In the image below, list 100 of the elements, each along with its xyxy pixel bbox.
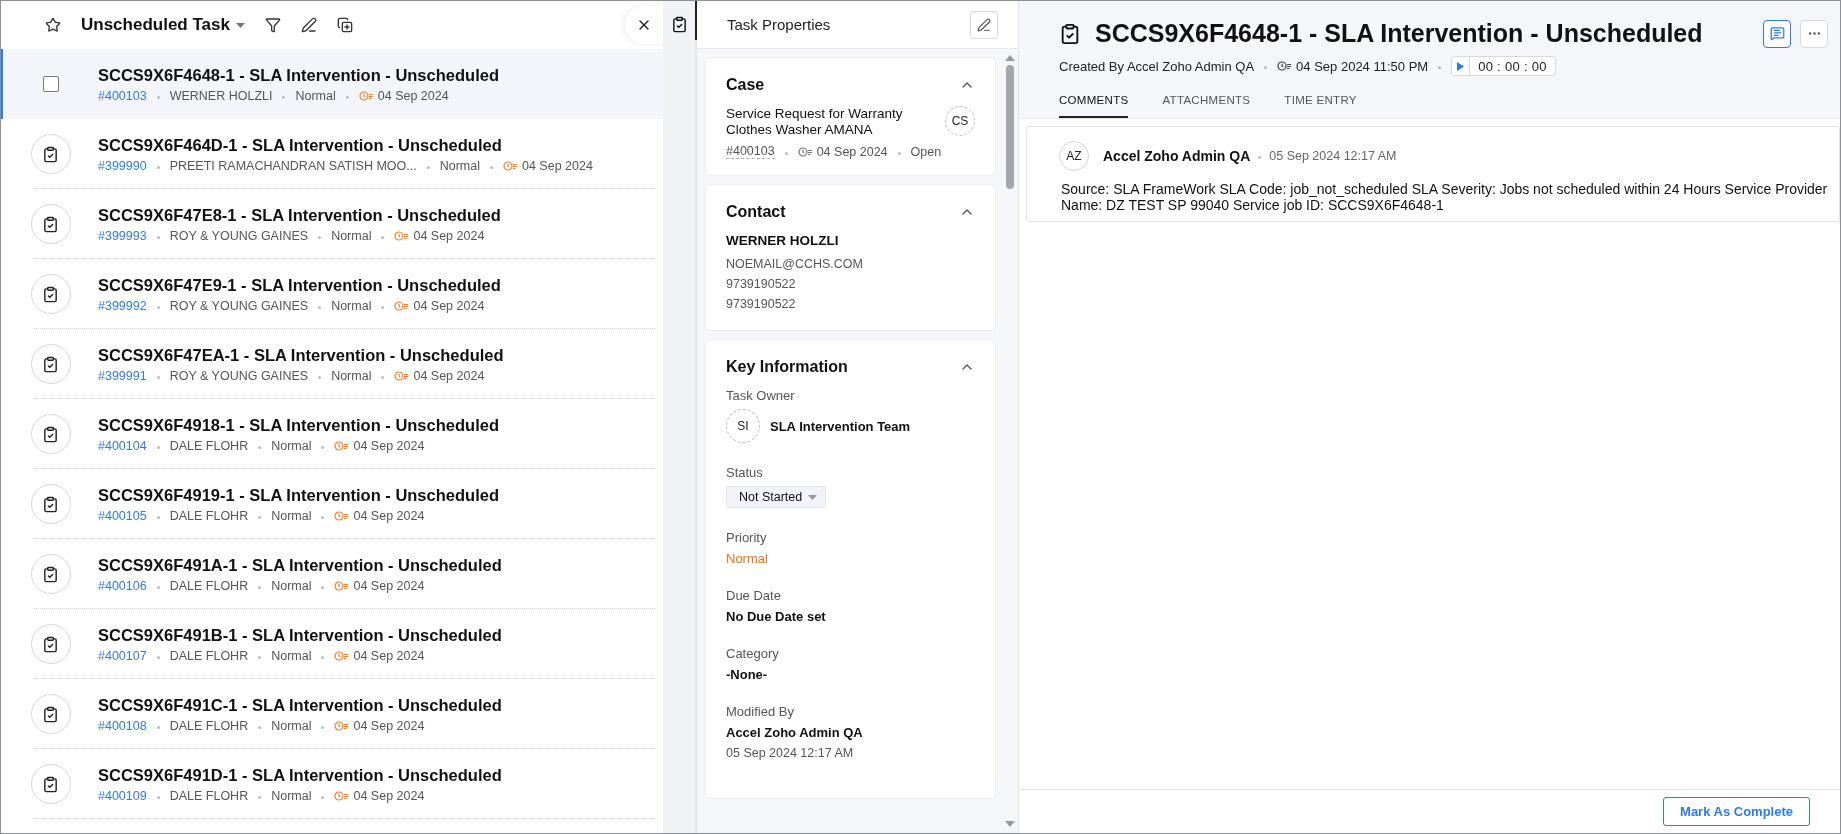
contact-detail: 9739190522 <box>726 296 797 313</box>
caret-icon <box>808 494 818 500</box>
due-date: 04 Sep 2024 <box>522 158 593 173</box>
scroll-up-icon[interactable] <box>1005 55 1015 61</box>
due-date-icon <box>334 650 350 661</box>
due-date: 04 Sep 2024 <box>413 298 485 313</box>
contact-name: PREETI RAMACHANDRAN SATISH MOO... <box>169 158 417 173</box>
case-link[interactable]: #399991 <box>98 368 147 383</box>
due-date: 04 Sep 2024 <box>377 88 449 103</box>
task-title: SCCS9X6F47EA-1 - SLA Intervention - Unscheduled <box>98 345 504 365</box>
task-title: SCCS9X6F4919-1 - SLA Intervention - Unscheduled <box>98 485 499 505</box>
clipboard-check-icon <box>42 775 59 793</box>
priority-text: Normal <box>271 788 312 803</box>
due-date: 04 Sep 2024 <box>353 718 425 733</box>
case-number[interactable]: #400103 <box>726 144 775 159</box>
case-link[interactable]: #400109 <box>98 788 147 803</box>
status-dropdown[interactable]: Not Started <box>726 486 827 508</box>
priority-text: Normal <box>271 508 312 523</box>
case-link[interactable]: #400104 <box>98 438 147 453</box>
tab[interactable]: ATTACHMENTS <box>1162 94 1251 118</box>
due-date: 04 Sep 2024 <box>353 788 425 803</box>
comment-button[interactable] <box>1763 19 1791 48</box>
due-date-icon <box>394 230 410 241</box>
field-value: Accel Zoho Admin QA <box>726 725 864 740</box>
priority-text: Normal <box>271 648 312 663</box>
case-link[interactable]: #399992 <box>98 298 147 313</box>
clipboard-check-icon <box>42 285 59 303</box>
play-button[interactable] <box>1452 57 1471 75</box>
mark-complete-button[interactable]: Mark As Complete <box>1663 797 1810 826</box>
author-avatar: AZ <box>1059 141 1089 171</box>
due-date-icon <box>797 146 813 157</box>
contact-name: DALE FLOHR <box>169 438 249 453</box>
task-row[interactable]: SCCS9X6F4648-1 - SLA Intervention - Unscheduled #400103 WERNER HOLZLI Normal 04 Sep 2024 <box>1 49 663 119</box>
case-link[interactable]: #400105 <box>98 508 147 523</box>
priority-text: Normal <box>295 88 336 103</box>
case-subject[interactable]: Service Request for Warranty Clothes Washer AMANA <box>726 106 926 138</box>
clipboard-check-icon <box>42 495 59 513</box>
tab[interactable]: COMMENTS <box>1059 94 1129 118</box>
task-heading: SCCS9X6F4648-1 - SLA Intervention - Unscheduled <box>1095 19 1703 48</box>
filter-icon[interactable] <box>264 17 281 33</box>
panel-title: Task Properties <box>727 16 831 33</box>
contact-name: ROY & YOUNG GAINES <box>169 368 309 383</box>
contact-name: ROY & YOUNG GAINES <box>169 228 309 243</box>
case-status: Open <box>910 144 942 159</box>
contact-name: DALE FLOHR <box>169 508 249 523</box>
scroll-down-icon[interactable] <box>1005 821 1015 827</box>
due-date: 04 Sep 2024 <box>353 648 425 663</box>
contact-name: WERNER HOLZLI <box>169 88 273 103</box>
add-copy-icon[interactable] <box>336 17 353 33</box>
case-link[interactable]: #400103 <box>98 88 147 103</box>
clipboard-check-icon[interactable] <box>670 16 688 33</box>
priority-text: Normal <box>271 578 312 593</box>
clipboard-check-icon <box>42 705 59 723</box>
field-label: Category <box>726 646 780 661</box>
clipboard-check-icon <box>42 215 59 233</box>
case-link[interactable]: #399990 <box>98 158 147 173</box>
edit-button[interactable] <box>970 10 998 39</box>
created-time: 04 Sep 2024 11:50 PM <box>1296 58 1429 74</box>
section-title: Case <box>726 76 765 94</box>
edit-icon[interactable] <box>300 17 317 33</box>
clipboard-check-icon <box>42 355 59 373</box>
comment-icon <box>1769 26 1785 41</box>
due-date: 04 Sep 2024 <box>353 578 425 593</box>
case-date: 04 Sep 2024 <box>816 144 888 159</box>
comment-time: 05 Sep 2024 12:17 AM <box>1269 149 1397 163</box>
due-date-icon <box>334 720 350 731</box>
contact-name: ROY & YOUNG GAINES <box>169 298 309 313</box>
clipboard-check-icon <box>42 145 59 163</box>
priority-text: Normal <box>331 298 372 313</box>
view-selector[interactable]: Unscheduled Task <box>81 15 245 35</box>
star-icon[interactable] <box>45 17 61 33</box>
close-button[interactable] <box>625 6 663 44</box>
field-label: Status <box>726 465 764 480</box>
priority-text: Normal <box>439 158 480 173</box>
contact-name: DALE FLOHR <box>169 578 249 593</box>
contact-name: DALE FLOHR <box>169 718 249 733</box>
case-link[interactable]: #400108 <box>98 718 147 733</box>
due-date-icon <box>334 790 350 801</box>
case-avatar: CS <box>945 106 975 136</box>
edit-icon <box>977 17 991 32</box>
modified-time: 05 Sep 2024 12:17 AM <box>726 746 855 760</box>
case-link[interactable]: #399993 <box>98 228 147 243</box>
task-title: SCCS9X6F47E8-1 - SLA Intervention - Unscheduled <box>98 205 501 225</box>
field-label: Due Date <box>726 588 782 603</box>
priority-text: Normal <box>271 718 312 733</box>
case-link[interactable]: #400106 <box>98 578 147 593</box>
scrollbar-thumb[interactable] <box>1006 65 1014 189</box>
task-title: SCCS9X6F4918-1 - SLA Intervention - Unscheduled <box>98 415 499 435</box>
task-title: SCCS9X6F491C-1 - SLA Intervention - Unscheduled <box>98 695 502 715</box>
row-checkbox[interactable] <box>42 76 59 92</box>
task-title: SCCS9X6F491D-1 - SLA Intervention - Unscheduled <box>98 765 502 785</box>
tab[interactable]: TIME ENTRY <box>1284 94 1357 118</box>
case-link[interactable]: #400107 <box>98 648 147 663</box>
task-title: SCCS9X6F464D-1 - SLA Intervention - Unscheduled <box>98 135 503 155</box>
section-title: Contact <box>726 203 786 221</box>
clock-icon <box>1277 61 1293 71</box>
due-date-icon <box>503 160 518 171</box>
comment-author: Accel Zoho Admin QA <box>1103 148 1251 164</box>
clipboard-check-icon <box>42 635 59 653</box>
contact-detail: NOEMAIL@CCHS.COM <box>726 256 864 273</box>
